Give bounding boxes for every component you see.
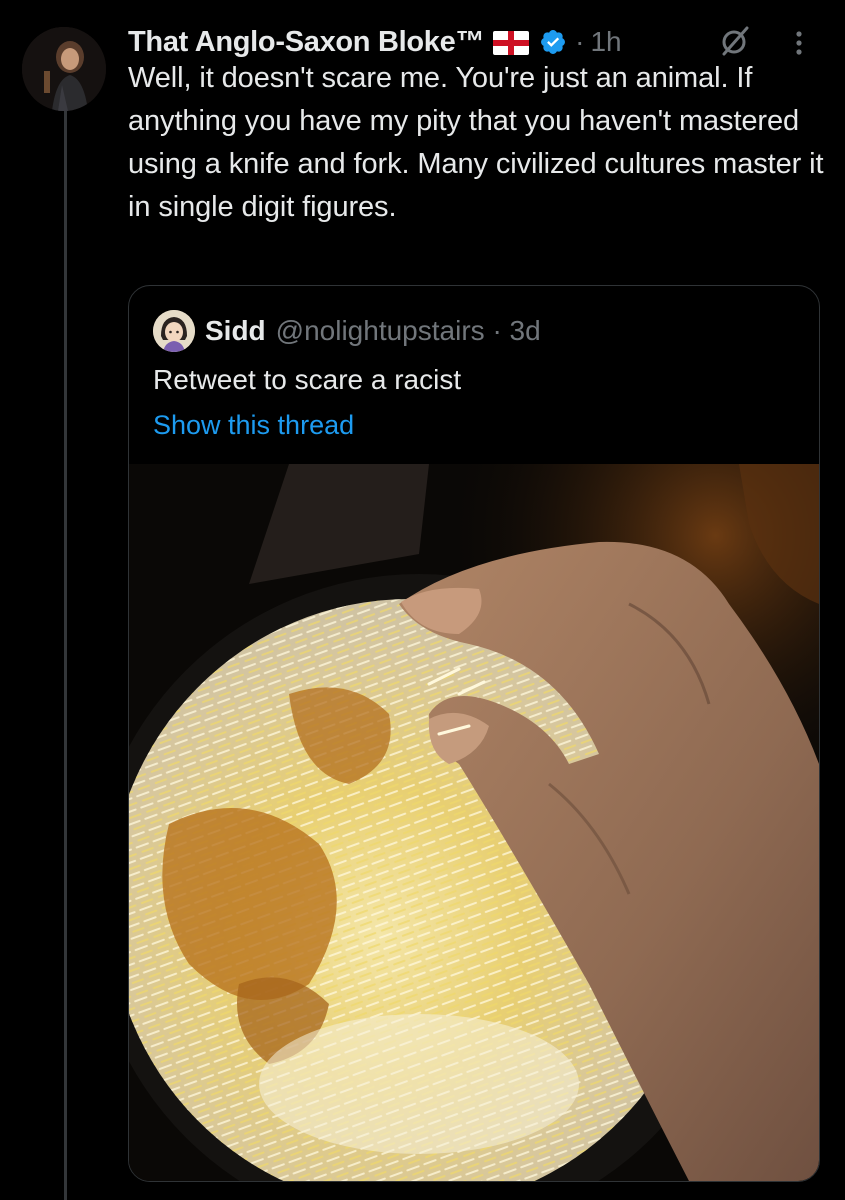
quoted-time-separator: · <box>492 315 502 346</box>
quoted-tweet-card[interactable]: Sidd @nolightupstairs · 3d Retweet to sc… <box>128 285 820 1182</box>
biryani-photo-illustration <box>129 464 819 1181</box>
verified-badge-icon[interactable] <box>539 28 567 56</box>
quoted-author-handle: @nolightupstairs · 3d <box>276 315 541 347</box>
grok-icon[interactable] <box>718 24 752 58</box>
tweet-header: That Anglo-Saxon Bloke™ · 1h <box>128 22 828 62</box>
show-thread-link[interactable]: Show this thread <box>153 410 354 441</box>
author-avatar[interactable] <box>22 27 106 111</box>
tweet-time-value: 1h <box>590 26 622 57</box>
quoted-time-value: 3d <box>509 315 541 346</box>
tweet-body-text: Well, it doesn't scare me. You're just a… <box>128 62 824 223</box>
quoted-tweet-photo[interactable] <box>129 464 819 1181</box>
quoted-handle-value: @nolightupstairs <box>275 315 485 346</box>
quoted-author-display-name: Sidd <box>205 315 266 346</box>
quoted-tweet-header: Sidd @nolightupstairs · 3d <box>153 310 541 352</box>
time-separator: · <box>575 26 585 57</box>
tweet-timestamp[interactable]: · 1h <box>575 26 621 58</box>
more-options-icon[interactable] <box>788 28 810 58</box>
author-display-name[interactable]: That Anglo-Saxon Bloke™ <box>128 26 484 59</box>
quoted-author-avatar <box>153 310 195 352</box>
thread-connector-line <box>64 108 67 1200</box>
england-flag-icon <box>492 30 530 56</box>
author-avatar-image <box>22 27 106 111</box>
quoted-tweet-text: Retweet to scare a racist <box>153 364 462 395</box>
